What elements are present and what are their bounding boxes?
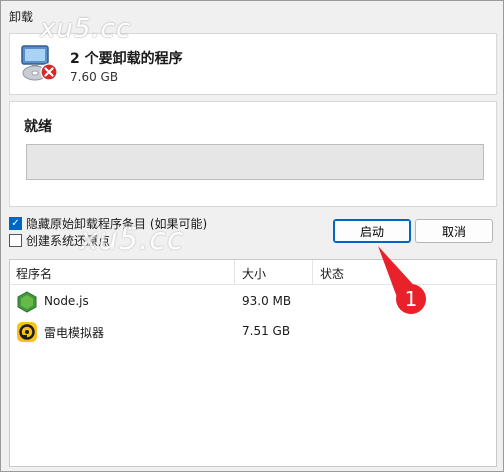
row-program-name: 雷电模拟器 [44,326,105,340]
progress-bar [26,144,484,180]
table-row[interactable]: 雷电模拟器 7.51 GB [10,318,496,346]
list-header: 程序名 大小 状态 [10,260,496,285]
column-separator[interactable] [312,260,313,284]
hide-entries-checkbox[interactable]: ✓ [9,217,22,230]
window-title: 卸载 [9,10,34,24]
programs-count-title: 2 个要卸载的程序 [70,51,183,67]
annotation-badge: 1 [396,284,426,314]
column-header-size[interactable]: 大小 [242,265,266,282]
total-size: 7.60 GB [70,70,119,84]
status-label: 就绪 [24,119,52,135]
watermark: xu5.cc [40,14,132,44]
nodejs-icon [17,291,37,313]
ldplayer-icon [17,322,37,342]
uninstall-app-icon [21,45,58,81]
row-program-name: Node.js [44,294,89,308]
restore-point-checkbox[interactable] [9,234,22,247]
cancel-button[interactable]: 取消 [415,219,493,243]
watermark: xu5.cc [80,222,185,257]
row-program-size: 7.51 GB [242,324,291,338]
uninstall-window: 卸载 2 个要卸载的程序 7.60 GB 就绪 ✓ 隐藏原始卸载程序条目 (如果… [0,0,504,472]
row-program-size: 93.0 MB [242,294,292,308]
column-separator[interactable] [234,260,235,284]
column-header-status[interactable]: 状态 [320,265,344,282]
start-button[interactable]: 启动 [333,219,411,243]
status-panel: 就绪 [9,101,497,207]
column-header-name[interactable]: 程序名 [16,265,52,282]
